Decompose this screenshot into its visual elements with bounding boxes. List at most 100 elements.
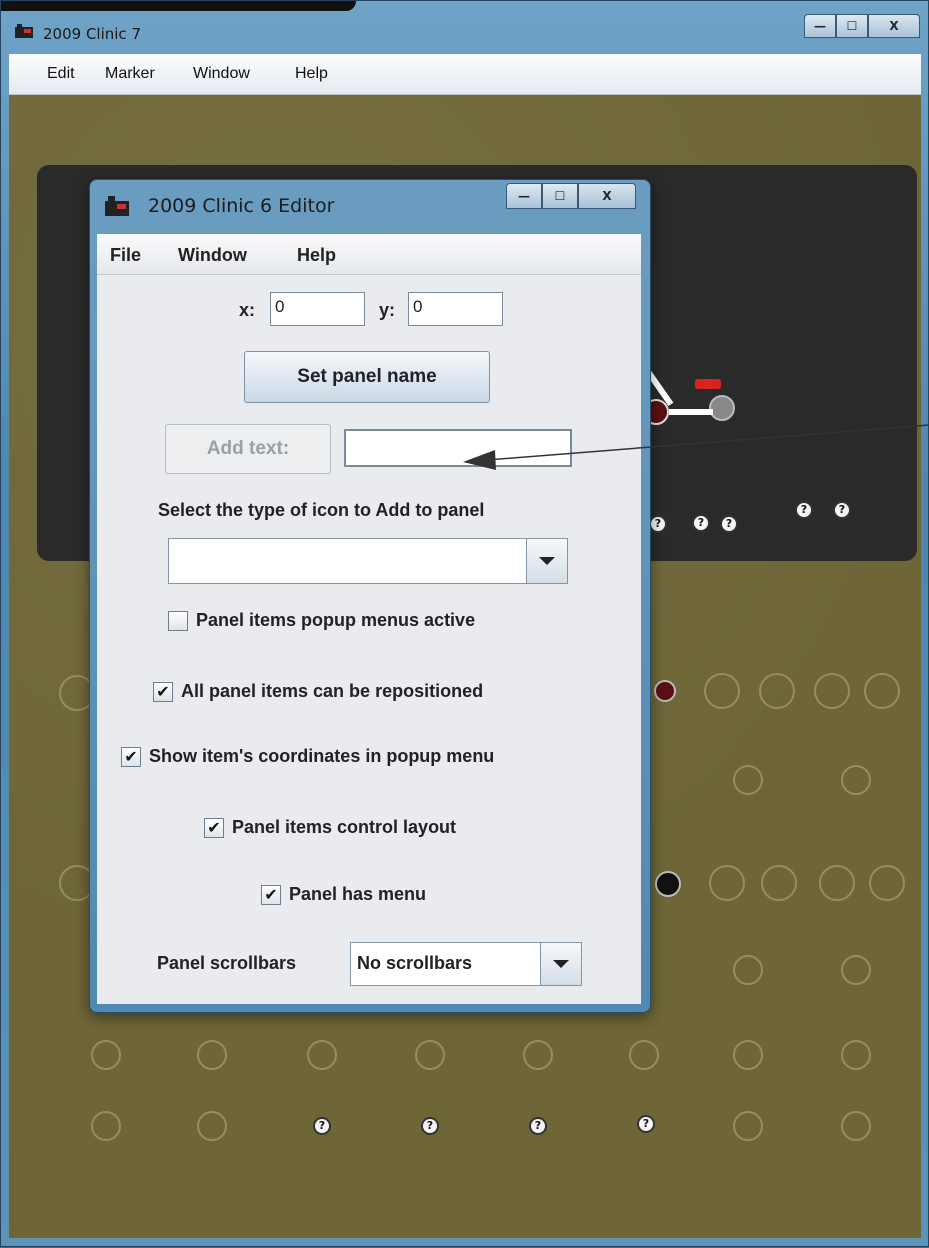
popup-menus-checkbox[interactable] [168, 610, 188, 631]
panel-hole [523, 1040, 553, 1070]
unknown-icon[interactable]: ? [795, 501, 813, 519]
has-menu-checkbox-row[interactable]: ✔ Panel has menu [261, 884, 426, 905]
scrollbars-select[interactable]: No scrollbars [350, 942, 582, 986]
scrollbars-value: No scrollbars [357, 953, 473, 973]
menu-marker[interactable]: Marker [105, 65, 155, 83]
red-lamp-icon [695, 379, 721, 389]
reposition-checkbox[interactable]: ✔ [153, 681, 173, 702]
unknown-icon[interactable]: ? [637, 1115, 655, 1133]
panel-hole [733, 1040, 763, 1070]
panel-hole [819, 865, 855, 901]
unknown-icon[interactable]: ? [649, 515, 667, 533]
close-button[interactable]: X [868, 14, 920, 38]
set-panel-name-button[interactable]: Set panel name [244, 351, 490, 403]
coordinates-label: Show item's coordinates in popup menu [149, 746, 495, 766]
unknown-icon[interactable]: ? [313, 1117, 331, 1135]
add-text-field[interactable] [344, 429, 572, 467]
editor-maximize-button[interactable]: ☐ [542, 183, 578, 209]
menu-window[interactable]: Window [193, 65, 250, 83]
checkmark-icon: ✔ [124, 747, 138, 766]
editor-title: 2009 Clinic 6 Editor [148, 195, 335, 217]
panel-hole [307, 1040, 337, 1070]
y-field[interactable]: 0 [408, 292, 503, 326]
panel-hole [704, 673, 740, 709]
taskbar-strip [1, 1, 356, 11]
menu-help[interactable]: Help [295, 65, 328, 83]
reposition-checkbox-row[interactable]: ✔ All panel items can be repositioned [153, 681, 483, 702]
control-layout-checkbox-row[interactable]: ✔ Panel items control layout [204, 817, 456, 838]
panel-hole [415, 1040, 445, 1070]
editor-menu-file[interactable]: File [110, 245, 141, 266]
panel-hole [733, 1111, 763, 1141]
editor-menu-window[interactable]: Window [178, 245, 247, 266]
editor-close-button[interactable]: X [578, 183, 636, 209]
chevron-down-icon [540, 943, 581, 985]
scrollbars-label: Panel scrollbars [157, 953, 297, 973]
panel-hole [629, 1040, 659, 1070]
main-window-title: 2009 Clinic 7 [43, 25, 141, 43]
add-text-button[interactable]: Add text: [165, 424, 331, 474]
panel-hole [197, 1111, 227, 1141]
unknown-icon[interactable]: ? [529, 1117, 547, 1135]
editor-window: 2009 Clinic 6 Editor — ☐ X File Window H… [89, 179, 651, 1013]
checkmark-icon: ✔ [207, 818, 221, 837]
panel-hole [869, 865, 905, 901]
icon-type-select[interactable] [168, 538, 568, 584]
panel-hole [814, 673, 850, 709]
minimize-icon: — [518, 189, 530, 203]
control-layout-label: Panel items control layout [232, 817, 457, 837]
editor-minimize-button[interactable]: — [506, 183, 542, 209]
panel-hole [841, 1040, 871, 1070]
panel-hole [761, 865, 797, 901]
panel-hole [91, 1040, 121, 1070]
maximize-icon: ☐ [554, 189, 566, 203]
main-window: 2009 Clinic 7 — ☐ X Edit Marker Window H… [0, 0, 929, 1247]
control-layout-checkbox[interactable]: ✔ [204, 817, 224, 838]
panel-hole [733, 955, 763, 985]
app-train-icon [105, 196, 129, 216]
checkmark-icon: ✔ [156, 682, 170, 701]
panel-hole [759, 673, 795, 709]
has-menu-label: Panel has menu [289, 884, 427, 904]
has-menu-checkbox[interactable]: ✔ [261, 884, 281, 905]
editor-body: File Window Help x: 0 y: 0 Set panel nam… [97, 234, 641, 1004]
close-icon: X [602, 189, 612, 203]
x-field[interactable]: 0 [270, 292, 365, 326]
unknown-icon[interactable]: ? [692, 514, 710, 532]
signal-icon[interactable] [709, 395, 735, 421]
popup-menus-checkbox-row[interactable]: Panel items popup menus active [168, 610, 475, 631]
panel-hole [733, 765, 763, 795]
x-label: x: [239, 300, 256, 320]
unknown-icon[interactable]: ? [421, 1117, 439, 1135]
editor-menu-help[interactable]: Help [297, 245, 336, 266]
coordinates-checkbox-row[interactable]: ✔ Show item's coordinates in popup menu [121, 746, 494, 767]
close-icon: X [889, 19, 899, 33]
icon-type-label: Select the type of icon to Add to panel [158, 500, 485, 520]
unknown-icon[interactable]: ? [833, 501, 851, 519]
minimize-icon: — [814, 19, 826, 33]
track-segment [669, 409, 713, 415]
minimize-button[interactable]: — [804, 14, 836, 38]
coordinates-checkbox[interactable]: ✔ [121, 746, 141, 767]
knob-icon[interactable] [654, 680, 676, 702]
panel-hole [841, 765, 871, 795]
unknown-icon[interactable]: ? [720, 515, 738, 533]
menu-edit[interactable]: Edit [47, 65, 75, 83]
main-title-bar[interactable]: 2009 Clinic 7 — ☐ X [1, 11, 929, 51]
panel-hole [864, 673, 900, 709]
popup-menus-label: Panel items popup menus active [196, 610, 476, 630]
maximize-icon: ☐ [846, 19, 858, 33]
editor-menu-bar: File Window Help [97, 234, 641, 275]
panel-hole [841, 955, 871, 985]
main-menu-bar: Edit Marker Window Help [9, 54, 921, 95]
panel-hole [91, 1111, 121, 1141]
knob-icon[interactable] [655, 871, 681, 897]
reposition-label: All panel items can be repositioned [181, 681, 484, 701]
checkmark-icon: ✔ [264, 885, 278, 904]
panel-hole [197, 1040, 227, 1070]
panel-hole [841, 1111, 871, 1141]
app-train-icon [15, 24, 33, 38]
y-label: y: [379, 300, 396, 320]
chevron-down-icon [526, 539, 567, 583]
maximize-button[interactable]: ☐ [836, 14, 868, 38]
